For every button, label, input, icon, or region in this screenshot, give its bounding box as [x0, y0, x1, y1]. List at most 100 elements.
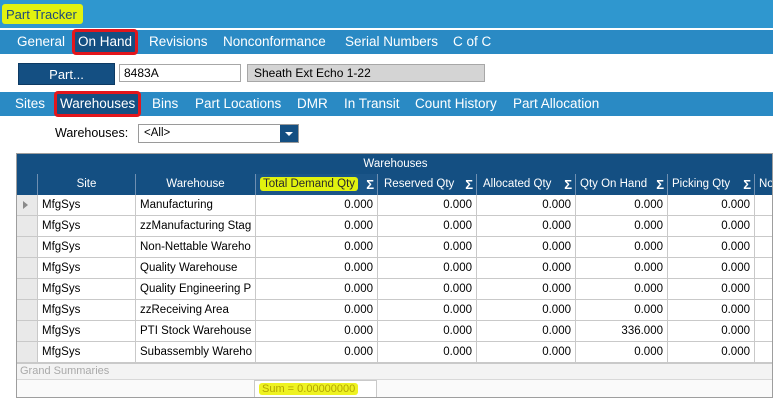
cell-picking-qty[interactable]: 0.000 [668, 258, 755, 279]
tab-part-locations[interactable]: Part Locations [195, 92, 281, 116]
cell-reserved-qty[interactable]: 0.000 [378, 237, 477, 258]
cell-no[interactable] [755, 216, 772, 237]
cell-warehouse[interactable]: Non-Nettable Wareho [136, 237, 256, 258]
cell-allocated-qty[interactable]: 0.000 [477, 300, 576, 321]
cell-warehouse[interactable]: zzManufacturing Stag [136, 216, 256, 237]
tab-bins[interactable]: Bins [152, 92, 178, 116]
cell-qty-on-hand[interactable]: 0.000 [576, 342, 668, 363]
cell-site[interactable]: MfgSys [38, 258, 136, 279]
cell-picking-qty[interactable]: 0.000 [668, 321, 755, 342]
row-selector[interactable] [17, 321, 38, 342]
tab-serial-numbers[interactable]: Serial Numbers [345, 30, 438, 54]
cell-qty-on-hand[interactable]: 336.000 [576, 321, 668, 342]
row-selector[interactable] [17, 300, 38, 321]
cell-site[interactable]: MfgSys [38, 237, 136, 258]
cell-allocated-qty[interactable]: 0.000 [477, 195, 576, 216]
sum-icon[interactable]: Σ [564, 174, 572, 195]
sum-icon[interactable]: Σ [366, 174, 374, 195]
row-selector[interactable] [17, 237, 38, 258]
cell-allocated-qty[interactable]: 0.000 [477, 321, 576, 342]
table-row[interactable]: MfgSys Manufacturing 0.000 0.000 0.000 0.000 0… [17, 195, 772, 216]
cell-reserved-qty[interactable]: 0.000 [378, 258, 477, 279]
cell-warehouse[interactable]: PTI Stock Warehouse [136, 321, 256, 342]
cell-allocated-qty[interactable]: 0.000 [477, 216, 576, 237]
table-row[interactable]: MfgSys Subassembly Wareho 0.000 0.000 0.000 0… [17, 342, 772, 363]
tab-dmr[interactable]: DMR [297, 92, 328, 116]
cell-site[interactable]: MfgSys [38, 279, 136, 300]
cell-qty-on-hand[interactable]: 0.000 [576, 195, 668, 216]
tab-sites[interactable]: Sites [15, 92, 45, 116]
tab-part-allocation[interactable]: Part Allocation [513, 92, 599, 116]
cell-allocated-qty[interactable]: 0.000 [477, 258, 576, 279]
cell-total-demand-qty[interactable]: 0.000 [256, 342, 378, 363]
row-selector-arrow-icon[interactable] [17, 195, 38, 216]
tab-on-hand[interactable]: On Hand [71, 29, 139, 55]
table-row[interactable]: MfgSys PTI Stock Warehouse 0.000 0.000 0.000… [17, 321, 772, 342]
cell-picking-qty[interactable]: 0.000 [668, 342, 755, 363]
cell-picking-qty[interactable]: 0.000 [668, 237, 755, 258]
cell-total-demand-qty[interactable]: 0.000 [256, 300, 378, 321]
cell-no[interactable] [755, 258, 772, 279]
cell-qty-on-hand[interactable]: 0.000 [576, 237, 668, 258]
tab-c-of-c[interactable]: C of C [453, 30, 491, 54]
cell-picking-qty[interactable]: 0.000 [668, 279, 755, 300]
column-header-no[interactable]: No [755, 174, 772, 195]
cell-total-demand-qty[interactable]: 0.000 [256, 258, 378, 279]
column-header-total-demand-qty[interactable]: Total Demand Qty Σ [256, 174, 378, 195]
tab-revisions[interactable]: Revisions [149, 30, 208, 54]
part-button[interactable]: Part... [18, 63, 115, 85]
cell-reserved-qty[interactable]: 0.000 [378, 342, 477, 363]
row-selector[interactable] [17, 216, 38, 237]
row-selector[interactable] [17, 342, 38, 363]
cell-no[interactable] [755, 195, 772, 216]
table-row[interactable]: MfgSys zzReceiving Area 0.000 0.000 0.000 0.0… [17, 300, 772, 321]
cell-qty-on-hand[interactable]: 0.000 [576, 300, 668, 321]
column-header-allocated-qty[interactable]: Allocated Qty Σ [477, 174, 576, 195]
cell-total-demand-qty[interactable]: 0.000 [256, 321, 378, 342]
cell-picking-qty[interactable]: 0.000 [668, 300, 755, 321]
cell-total-demand-qty[interactable]: 0.000 [256, 216, 378, 237]
tab-warehouses[interactable]: Warehouses [53, 91, 142, 117]
cell-picking-qty[interactable]: 0.000 [668, 216, 755, 237]
row-selector[interactable] [17, 258, 38, 279]
chevron-down-icon[interactable] [280, 125, 298, 142]
cell-reserved-qty[interactable]: 0.000 [378, 321, 477, 342]
cell-warehouse[interactable]: Subassembly Wareho [136, 342, 256, 363]
cell-total-demand-qty[interactable]: 0.000 [256, 237, 378, 258]
table-row[interactable]: MfgSys Non-Nettable Wareho 0.000 0.000 0.000… [17, 237, 772, 258]
table-row[interactable]: MfgSys Quality Engineering P 0.000 0.000 0.0… [17, 279, 772, 300]
cell-warehouse[interactable]: Quality Warehouse [136, 258, 256, 279]
tab-general[interactable]: General [17, 30, 65, 54]
cell-qty-on-hand[interactable]: 0.000 [576, 258, 668, 279]
part-number-input[interactable]: 8483A [119, 64, 241, 82]
cell-no[interactable] [755, 300, 772, 321]
warehouses-dropdown[interactable]: <All> [138, 124, 299, 143]
cell-picking-qty[interactable]: 0.000 [668, 195, 755, 216]
cell-site[interactable]: MfgSys [38, 321, 136, 342]
cell-total-demand-qty[interactable]: 0.000 [256, 195, 378, 216]
cell-qty-on-hand[interactable]: 0.000 [576, 279, 668, 300]
cell-warehouse[interactable]: Quality Engineering P [136, 279, 256, 300]
tab-count-history[interactable]: Count History [415, 92, 497, 116]
column-header-warehouse[interactable]: Warehouse [136, 174, 256, 195]
sum-icon[interactable]: Σ [465, 174, 473, 195]
column-header-qty-on-hand[interactable]: Qty On Hand Σ [576, 174, 668, 195]
column-header-reserved-qty[interactable]: Reserved Qty Σ [378, 174, 477, 195]
cell-reserved-qty[interactable]: 0.000 [378, 300, 477, 321]
sum-icon[interactable]: Σ [656, 174, 664, 195]
cell-reserved-qty[interactable]: 0.000 [378, 216, 477, 237]
cell-no[interactable] [755, 279, 772, 300]
cell-warehouse[interactable]: Manufacturing [136, 195, 256, 216]
cell-site[interactable]: MfgSys [38, 216, 136, 237]
cell-allocated-qty[interactable]: 0.000 [477, 279, 576, 300]
cell-total-demand-qty[interactable]: 0.000 [256, 279, 378, 300]
cell-qty-on-hand[interactable]: 0.000 [576, 216, 668, 237]
cell-no[interactable] [755, 237, 772, 258]
cell-warehouse[interactable]: zzReceiving Area [136, 300, 256, 321]
cell-allocated-qty[interactable]: 0.000 [477, 237, 576, 258]
cell-no[interactable] [755, 321, 772, 342]
cell-site[interactable]: MfgSys [38, 342, 136, 363]
cell-reserved-qty[interactable]: 0.000 [378, 195, 477, 216]
tab-in-transit[interactable]: In Transit [344, 92, 400, 116]
column-header-site[interactable]: Site [38, 174, 136, 195]
